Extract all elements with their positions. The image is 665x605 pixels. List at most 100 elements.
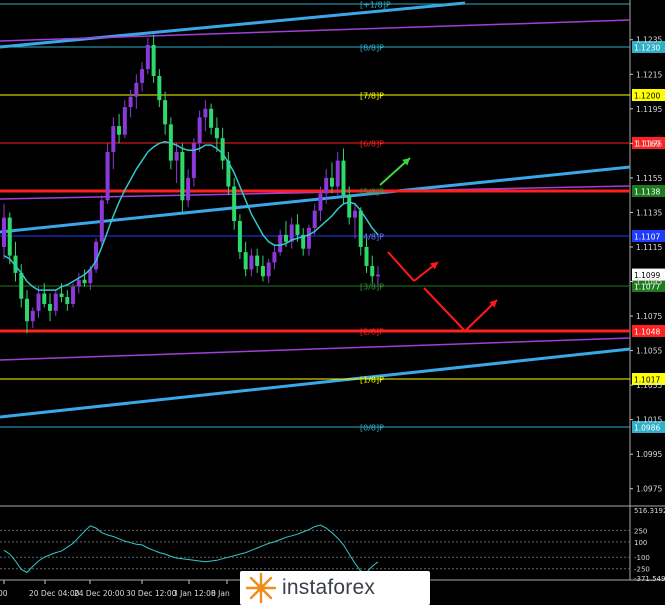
candle-body (237, 221, 242, 253)
murrey-level-label: [0/8]P (360, 424, 384, 433)
price-tick-label: 1.0975 (636, 485, 662, 494)
candle-body (2, 217, 6, 247)
oscillator-tick-label: 100 (634, 539, 647, 547)
time-axis: 00 20 Dec 04:0024 Dec 20:00 30 Dec 12:003 … (0, 580, 230, 598)
murrey-price-tag-label: 1.1107 (634, 233, 660, 242)
time-tick-label: 8 Jan (211, 589, 230, 598)
oscillator-tick-label: 516.3192 (634, 507, 665, 515)
candle-body (99, 200, 104, 242)
candle-body (186, 177, 191, 201)
candle-body (272, 252, 277, 263)
murrey-level-label: [+1/8]P (360, 1, 391, 10)
candle-body (283, 234, 288, 242)
candle-body (65, 297, 70, 304)
murrey-level-label: [6/8]P (360, 140, 384, 149)
candle-body (214, 127, 219, 139)
candle-body (25, 298, 30, 322)
candle-body (260, 265, 265, 277)
candle-body (145, 44, 150, 70)
murrey-price-tag-label: 1.1200 (634, 92, 660, 101)
candle-body (134, 82, 139, 97)
time-tick-label: 3 Jan 12:00 (173, 589, 216, 598)
murrey-price-tag-label: 1.1138 (634, 188, 660, 197)
candle-body (318, 193, 323, 211)
candle-body (352, 210, 357, 218)
candle-body (128, 96, 133, 108)
price-tick-label: 1.1015 (636, 416, 662, 425)
price-tick-label: 1.1175 (636, 139, 662, 148)
oscillator-tick-label: -371.5494 (634, 575, 665, 583)
candle-body (347, 195, 352, 218)
price-tick-label: 1.1155 (636, 174, 662, 183)
murrey-level-label: [5/8]P (360, 188, 384, 197)
candle-body (203, 108, 208, 118)
candle-body (151, 44, 156, 76)
grid (0, 0, 665, 581)
channel-line-upper (0, 19, 631, 42)
watermark-text: instaforex (282, 576, 376, 599)
instaforex-logo-icon (245, 572, 277, 604)
time-tick-label: 00 (0, 589, 8, 598)
price-tick-label: 1.1215 (636, 70, 662, 79)
murrey-level-label: [2/8]P (360, 328, 384, 337)
candle-body (157, 75, 162, 101)
murrey-levels: [+1/8]P [8/8]P 1.1230 [7/8]P 1.1200 [6/8]P 1.1… (0, 1, 665, 433)
murrey-level-label: [3/8]P (360, 283, 384, 292)
candle-body (197, 117, 202, 144)
candle-body (255, 255, 260, 266)
candle-body (117, 126, 122, 135)
murrey-price-tag-label: 1.1048 (634, 328, 660, 337)
price-tick-label: 1.1195 (636, 105, 662, 114)
candle-body (295, 224, 300, 235)
price-tick-label: 1.1115 (636, 243, 662, 252)
candle-body (7, 217, 12, 256)
candle-body (306, 227, 311, 249)
candle-body (329, 177, 334, 187)
murrey-level-label: [7/8]P (360, 92, 384, 101)
murrey-level-label: [8/8]P (360, 44, 384, 53)
channel-line-lower (0, 337, 631, 361)
candle-body (191, 143, 196, 178)
forecast-path-down-2 (423, 287, 466, 332)
candle-body (71, 286, 76, 304)
murrey-level-label: [1/8]P (360, 376, 384, 385)
candle-body (82, 279, 87, 284)
oscillator-tick-label: 250 (634, 527, 647, 535)
price-tick-label: 1.0995 (636, 450, 662, 459)
murrey-level-label: [4/8]P (360, 233, 384, 242)
candle-body (111, 126, 116, 152)
oscillator-line (3, 524, 379, 574)
oscillator-tick-label: -100 (634, 554, 650, 562)
candle-body (370, 265, 375, 277)
candle-body (232, 186, 237, 222)
chart: [+1/8]P [8/8]P 1.1230 [7/8]P 1.1200 [6/8]P 1.1… (0, 0, 665, 598)
candle-body (243, 252, 248, 270)
candle-body (341, 160, 346, 196)
time-tick-label: 24 Dec 20:00 (74, 589, 125, 598)
candle-body (220, 138, 225, 161)
candle-body (364, 246, 369, 266)
candle-body (53, 293, 58, 311)
moving-average (3, 140, 379, 291)
price-tick-label: 1.1035 (636, 381, 662, 390)
candle-body (59, 293, 64, 298)
candle-body (122, 107, 127, 135)
candle-body (76, 279, 81, 287)
oscillator-tick-label: -250 (634, 566, 650, 574)
candle-body (174, 151, 179, 161)
candle-body (163, 100, 168, 125)
candle-body (140, 69, 145, 83)
candle-body (324, 177, 329, 194)
candle-body (42, 293, 47, 304)
time-tick-label: 30 Dec 12:00 (126, 589, 177, 598)
candle-body (105, 151, 110, 201)
candle-body (249, 255, 254, 270)
candle-body (358, 210, 363, 247)
watermark: instaforex (240, 571, 430, 605)
time-tick-label: 20 Dec 04:00 (29, 589, 80, 598)
candle-body (209, 108, 214, 128)
candle-body (19, 272, 24, 299)
candle-body (335, 160, 340, 187)
candle-body (180, 151, 185, 201)
murrey-price-tag-label: 1.0986 (634, 424, 660, 433)
